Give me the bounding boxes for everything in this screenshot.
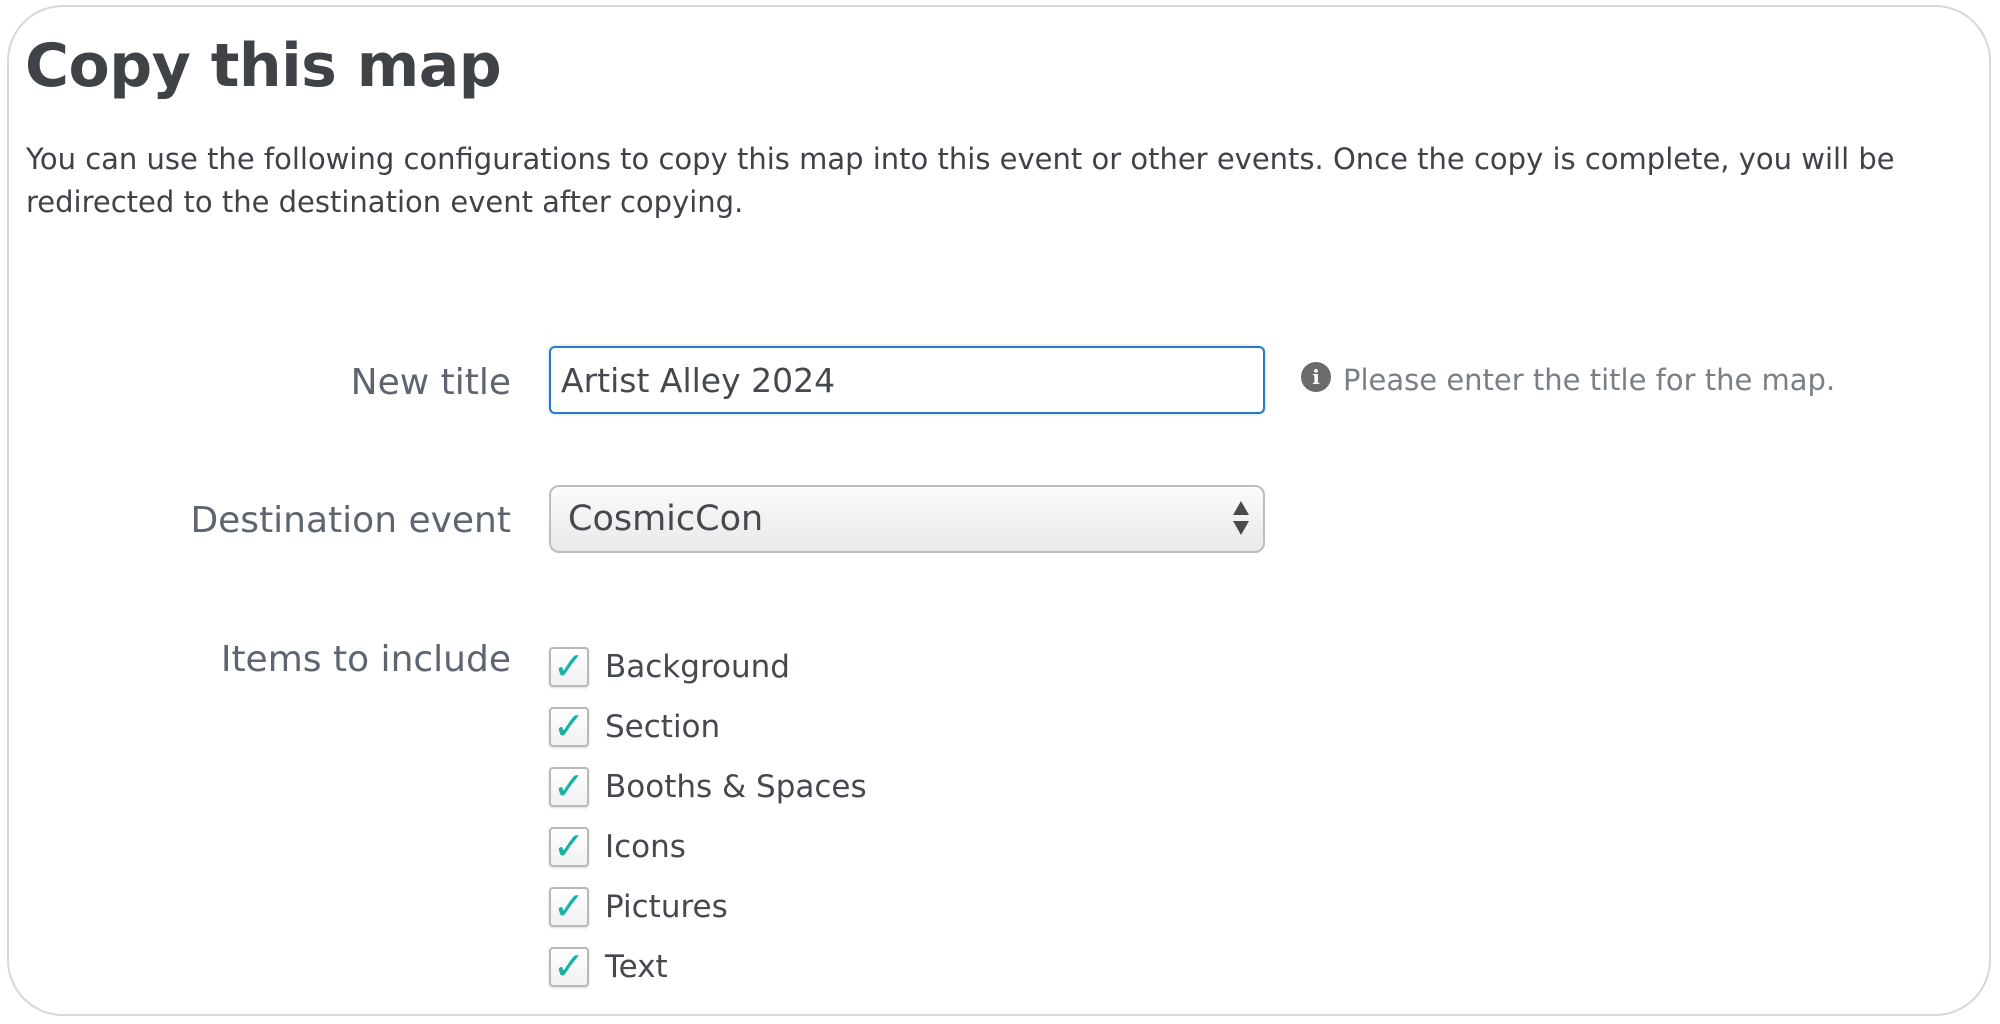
items-checklist: ✓ Background ✓ Section ✓ Booths & Spaces… (549, 637, 867, 997)
checkmark-icon: ✓ (553, 824, 585, 868)
checkmark-icon: ✓ (553, 704, 585, 748)
new-title-hint: i Please enter the title for the map. (1301, 362, 1836, 397)
section-checkbox[interactable]: ✓ (549, 704, 589, 748)
booths-spaces-checkbox[interactable]: ✓ (549, 764, 589, 808)
checklist-item-label: Section (605, 709, 721, 745)
checkmark-icon: ✓ (553, 764, 585, 808)
checklist-item-label: Icons (605, 829, 686, 865)
checkmark-icon: ✓ (553, 944, 585, 988)
checklist-item-background[interactable]: ✓ Background (549, 637, 867, 697)
new-title-label: New title (350, 362, 511, 403)
copy-map-panel: Copy this map You can use the following … (7, 5, 1991, 1016)
icons-checkbox[interactable]: ✓ (549, 824, 589, 868)
destination-event-selected-value: CosmicCon (568, 499, 764, 539)
background-checkbox[interactable]: ✓ (549, 644, 589, 688)
items-to-include-label: Items to include (220, 639, 511, 680)
checklist-item-booths-spaces[interactable]: ✓ Booths & Spaces (549, 757, 867, 817)
new-title-hint-text: Please enter the title for the map. (1343, 363, 1836, 397)
checklist-item-pictures[interactable]: ✓ Pictures (549, 877, 867, 937)
checklist-item-text[interactable]: ✓ Text (549, 937, 867, 997)
checklist-item-label: Text (605, 949, 668, 985)
info-icon: i (1301, 362, 1331, 392)
checklist-item-section[interactable]: ✓ Section (549, 697, 867, 757)
checklist-item-label: Background (605, 649, 790, 685)
destination-event-select[interactable]: CosmicCon (549, 485, 1265, 553)
pictures-checkbox[interactable]: ✓ (549, 884, 589, 928)
text-checkbox[interactable]: ✓ (549, 944, 589, 988)
checklist-item-label: Booths & Spaces (605, 769, 867, 805)
destination-event-label: Destination event (190, 500, 511, 541)
new-title-input[interactable] (549, 346, 1265, 414)
page-title: Copy this map (25, 31, 502, 101)
select-arrows-icon (1233, 501, 1251, 537)
checklist-item-label: Pictures (605, 889, 728, 925)
page-description: You can use the following configurations… (26, 142, 1895, 219)
checklist-item-icons[interactable]: ✓ Icons (549, 817, 867, 877)
checkmark-icon: ✓ (553, 644, 585, 688)
checkmark-icon: ✓ (553, 884, 585, 928)
